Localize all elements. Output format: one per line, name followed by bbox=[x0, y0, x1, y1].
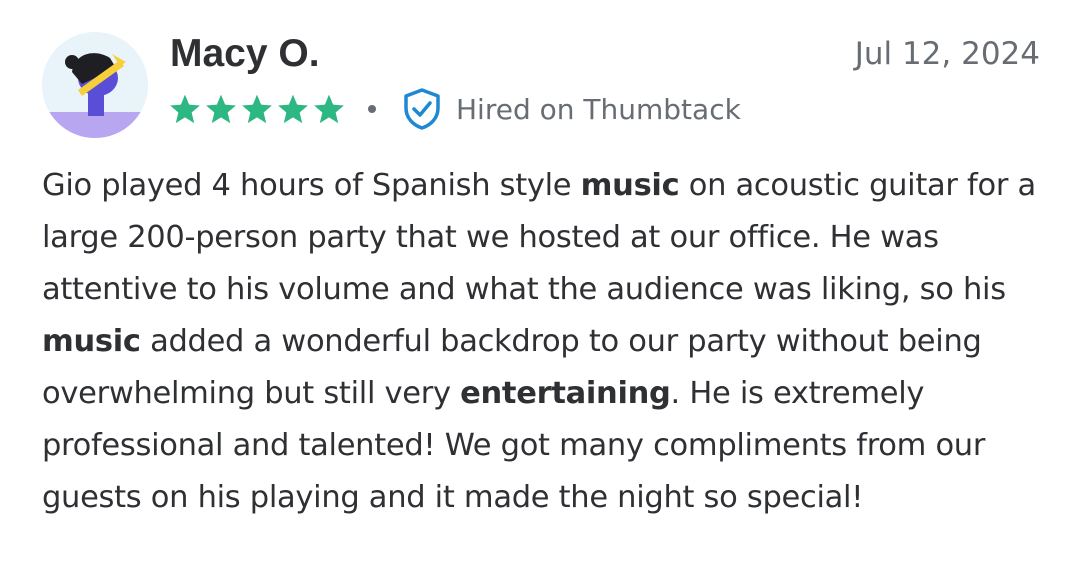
review-date: Jul 12, 2024 bbox=[854, 36, 1040, 72]
person-avatar-icon bbox=[42, 32, 148, 138]
dot-separator bbox=[368, 105, 376, 113]
highlighted-keyword: entertaining bbox=[460, 376, 671, 411]
shield-check-icon bbox=[402, 88, 442, 130]
hired-on-thumbtack-label: Hired on Thumbtack bbox=[456, 92, 741, 126]
review-text: Gio played 4 hours of Spanish style musi… bbox=[42, 160, 1052, 524]
review-meta-row: Hired on Thumbtack bbox=[168, 86, 741, 132]
star-icon bbox=[168, 93, 202, 126]
star-icon bbox=[204, 93, 238, 126]
review-text-segment: Gio played 4 hours of Spanish style bbox=[42, 168, 581, 203]
star-icon bbox=[276, 93, 310, 126]
reviewer-name: Macy O. bbox=[170, 32, 320, 75]
avatar bbox=[42, 32, 148, 138]
star-icon bbox=[240, 93, 274, 126]
star-icon bbox=[312, 93, 346, 126]
highlighted-keyword: music bbox=[42, 324, 141, 359]
highlighted-keyword: music bbox=[580, 168, 680, 203]
star-rating bbox=[168, 93, 346, 126]
